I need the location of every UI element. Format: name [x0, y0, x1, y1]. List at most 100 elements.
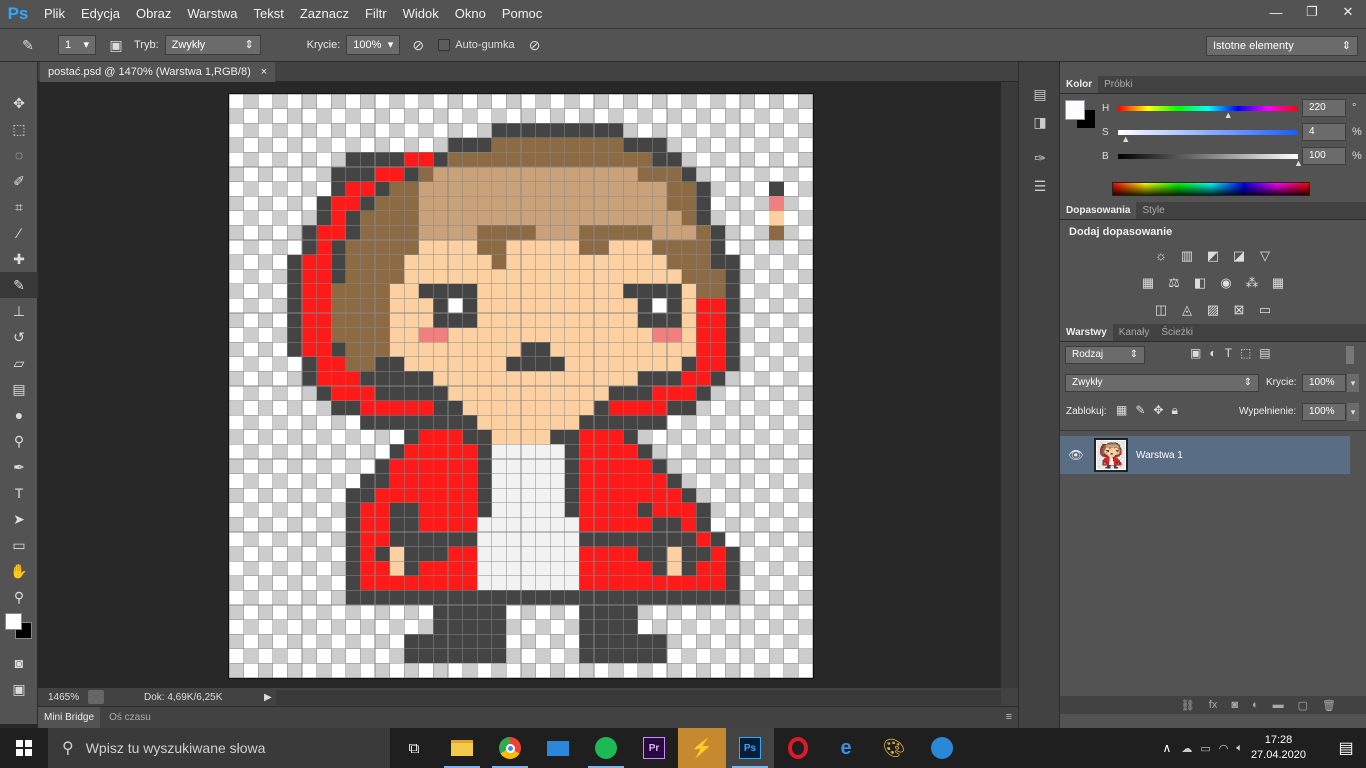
channel-mixer-icon[interactable]: ⁂	[1242, 273, 1262, 293]
color-lookup-icon[interactable]: ▦	[1268, 273, 1288, 293]
history-panel-icon[interactable]: ▤	[1019, 80, 1061, 108]
saturation-value[interactable]: 4	[1302, 123, 1346, 141]
lasso-tool-icon[interactable]: ◌	[0, 142, 38, 168]
levels-icon[interactable]: ▥	[1177, 246, 1197, 266]
brightness-contrast-icon[interactable]: ☼	[1151, 246, 1171, 266]
eye-icon[interactable]: 👁︎	[1060, 448, 1092, 462]
menu-zaznacz[interactable]: Zaznacz	[292, 0, 357, 28]
blur-tool-icon[interactable]: ●	[0, 402, 38, 428]
threshold-icon[interactable]: ▨	[1203, 300, 1223, 320]
saturation-slider[interactable]: ▲	[1118, 129, 1298, 144]
pressure-opacity-icon[interactable]: ⊘	[406, 33, 430, 57]
menu-pomoc[interactable]: Pomoc	[494, 0, 550, 28]
status-menu-arrow-icon[interactable]: ▶	[264, 692, 272, 703]
hue-saturation-icon[interactable]: ▦	[1138, 273, 1158, 293]
tab-styles[interactable]: Style	[1136, 202, 1170, 219]
paint-icon[interactable]: 🎨︎	[870, 728, 918, 768]
color-spectrum-ramp[interactable]	[1112, 182, 1310, 196]
show-hidden-icons-icon[interactable]: ∧	[1163, 741, 1172, 755]
new-group-icon[interactable]: ▬	[1273, 699, 1284, 711]
taskbar-search[interactable]: ⚲ Wpisz tu wyszukiwane słowa	[48, 728, 390, 768]
pen-tool-icon[interactable]: ✒	[0, 454, 38, 480]
restore-button[interactable]: ❐	[1294, 0, 1330, 24]
screen-mode-icon[interactable]: ▣	[0, 676, 38, 702]
edge-icon[interactable]: e	[822, 728, 870, 768]
checkbox-box[interactable]	[438, 39, 451, 51]
gradient-tool-icon[interactable]: ▤	[0, 376, 38, 402]
delete-layer-icon[interactable]: 🗑︎	[1322, 699, 1336, 712]
lock-image-icon[interactable]: ✎	[1135, 403, 1145, 418]
spotify-icon[interactable]	[582, 728, 630, 768]
menu-tekst[interactable]: Tekst	[245, 0, 291, 28]
new-adjustment-icon[interactable]: ◐	[1252, 699, 1259, 711]
close-tab-icon[interactable]: ×	[261, 62, 267, 82]
add-mask-icon[interactable]: ◙	[1231, 699, 1238, 711]
color-swatches[interactable]	[0, 610, 37, 650]
volume-icon[interactable]: 🔈︎	[1236, 742, 1243, 755]
quick-mask-icon[interactable]: ◙	[0, 650, 38, 676]
brush-presets-icon[interactable]: ☰	[1019, 172, 1061, 200]
quick-selection-tool-icon[interactable]: ✐	[0, 168, 38, 194]
vibrance-icon[interactable]: ▽	[1255, 246, 1275, 266]
menu-obraz[interactable]: Obraz	[128, 0, 179, 28]
menu-widok[interactable]: Widok	[395, 0, 447, 28]
panel-menu-icon[interactable]: ≡	[1006, 711, 1012, 723]
hue-slider-handle-icon[interactable]: ▲	[1224, 110, 1233, 120]
hand-tool-icon[interactable]: ✋	[0, 558, 38, 584]
tab-swatches[interactable]: Próbki	[1098, 76, 1138, 93]
lock-all-icon[interactable]: 🔒︎	[1171, 403, 1177, 418]
filter-pixel-icon[interactable]: ▣	[1190, 346, 1201, 360]
notifications-icon[interactable]: ▤	[1326, 738, 1366, 758]
tab-mini-bridge[interactable]: Mini Bridge	[38, 707, 101, 729]
tab-channels[interactable]: Kanały	[1113, 324, 1156, 341]
history-brush-tool-icon[interactable]: ↺	[0, 324, 38, 350]
type-tool-icon[interactable]: T	[0, 480, 38, 506]
marquee-tool-icon[interactable]: ⬚	[0, 116, 38, 142]
status-icon[interactable]	[88, 690, 104, 704]
move-tool-icon[interactable]: ✥	[0, 90, 38, 116]
eraser-tool-icon[interactable]: ▱	[0, 350, 38, 376]
gradient-map-icon[interactable]: ▭	[1255, 300, 1275, 320]
app-icon[interactable]: ⚡	[678, 728, 726, 768]
mail-icon[interactable]	[534, 728, 582, 768]
filter-toggle[interactable]	[1346, 346, 1354, 364]
brightness-slider[interactable]: ▲	[1118, 153, 1303, 168]
chrome-icon[interactable]	[486, 728, 534, 768]
crop-tool-icon[interactable]: ⌗	[0, 194, 38, 220]
pencil-tool-icon[interactable]: ✎	[0, 272, 38, 298]
chevron-down-icon[interactable]: ▾	[1347, 374, 1359, 392]
layer-filter-select[interactable]: Rodzaj ⇕	[1065, 346, 1145, 364]
minimize-button[interactable]: —	[1258, 0, 1294, 24]
battery-icon[interactable]: ▭	[1200, 742, 1210, 755]
link-layers-icon[interactable]: ⛓	[1181, 699, 1195, 712]
properties-panel-icon[interactable]: ◨	[1019, 108, 1061, 136]
chevron-down-icon[interactable]: ▾	[1347, 403, 1359, 421]
mode-select[interactable]: Zwykły ⇕	[164, 35, 261, 55]
start-button[interactable]	[0, 728, 48, 768]
menu-warstwa[interactable]: Warstwa	[179, 0, 245, 28]
layer-row[interactable]: 👁︎ Warstwa 1	[1060, 436, 1350, 474]
path-selection-tool-icon[interactable]: ➤	[0, 506, 38, 532]
saturation-slider-handle-icon[interactable]: ▲	[1121, 134, 1130, 144]
zoom-level[interactable]: 1465%	[38, 692, 88, 703]
fill-input[interactable]: 100%	[1302, 403, 1346, 421]
layer-opacity-input[interactable]: 100%	[1302, 374, 1346, 392]
photo-filter-icon[interactable]: ◉	[1216, 273, 1236, 293]
hue-value[interactable]: 220	[1302, 99, 1346, 117]
wifi-icon[interactable]: ◠	[1219, 742, 1229, 755]
menu-edycja[interactable]: Edycja	[73, 0, 128, 28]
exposure-icon[interactable]: ◪	[1229, 246, 1249, 266]
brush-panel-icon[interactable]: ▣	[104, 33, 128, 57]
rectangle-tool-icon[interactable]: ▭	[0, 532, 38, 558]
menu-okno[interactable]: Okno	[447, 0, 494, 28]
task-view-icon[interactable]: ⧉	[390, 728, 438, 768]
layer-name[interactable]: Warstwa 1	[1136, 450, 1183, 461]
brush-size-picker[interactable]: 1 ▾	[58, 35, 96, 55]
menu-plik[interactable]: Plik	[36, 0, 73, 28]
invert-icon[interactable]: ◫	[1151, 300, 1171, 320]
healing-brush-tool-icon[interactable]: ✚	[0, 246, 38, 272]
opacity-input[interactable]: 100% ▾	[346, 35, 401, 55]
vertical-scrollbar[interactable]	[1001, 82, 1018, 688]
premiere-icon[interactable]: Pr	[630, 728, 678, 768]
tab-timeline[interactable]: Oś czasu	[103, 707, 157, 729]
